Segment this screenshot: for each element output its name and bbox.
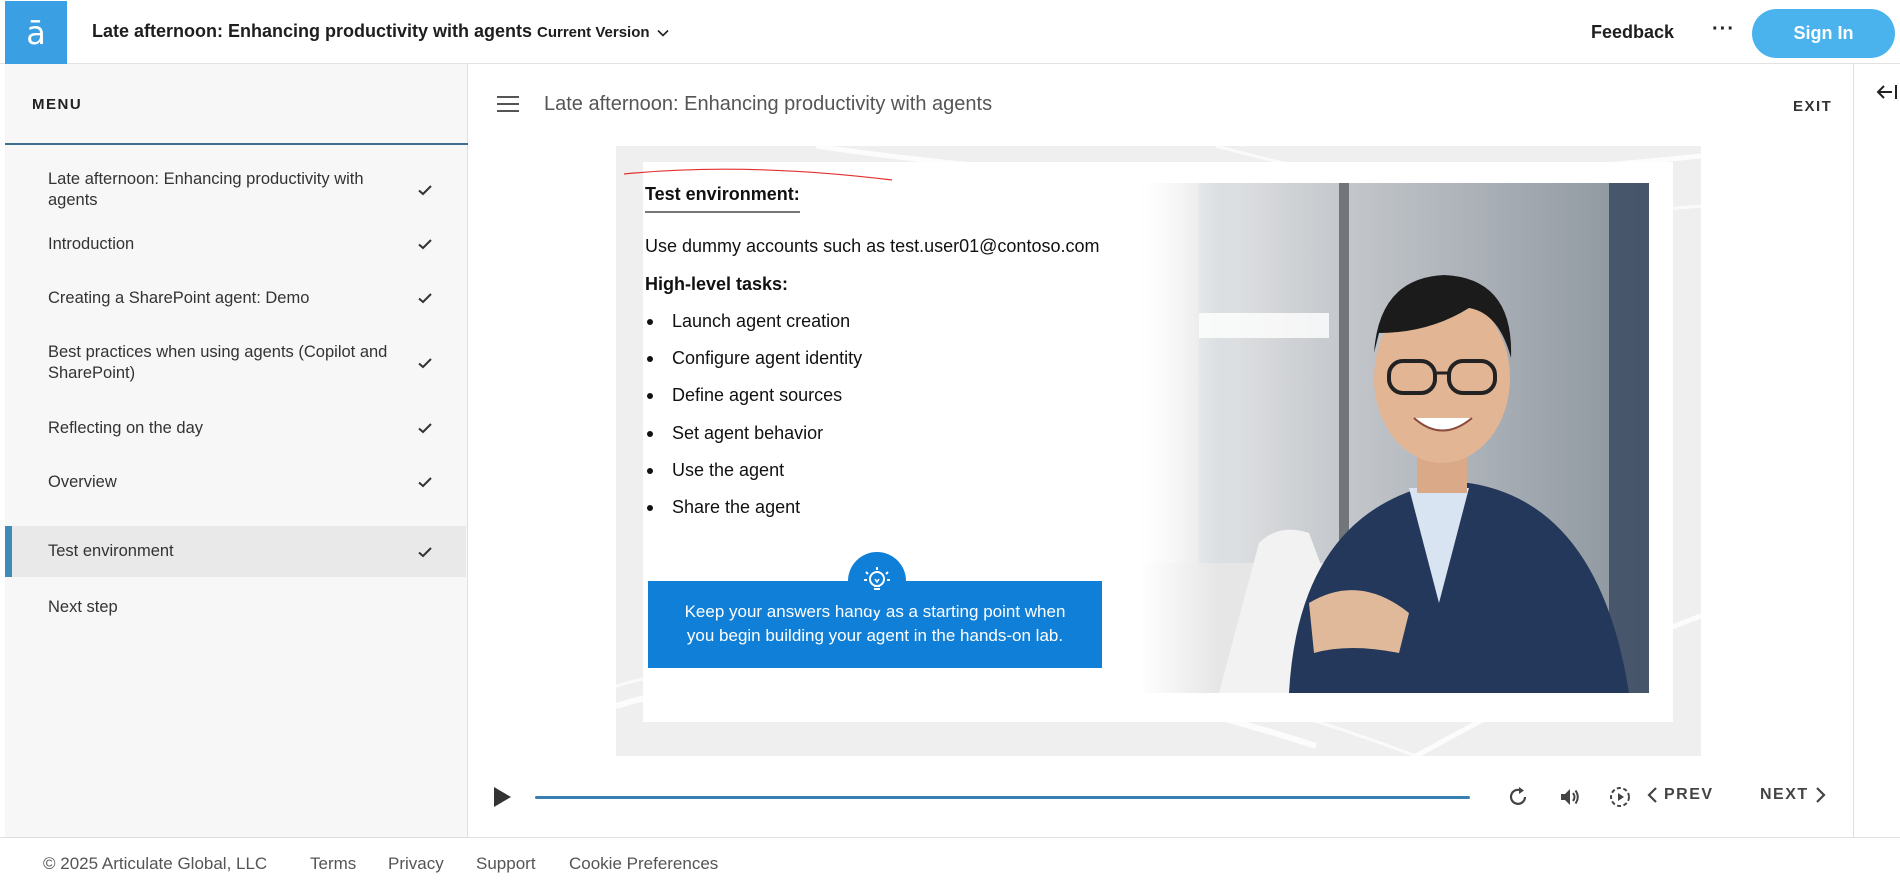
chevron-right-icon: [1815, 787, 1826, 803]
app-logo[interactable]: ā: [5, 1, 67, 64]
collapse-panel-icon[interactable]: [1876, 82, 1898, 102]
tip-text-line: you begin building your agent in the han…: [686, 626, 1064, 645]
top-bar: ā Late afternoon: Enhancing productivity…: [0, 0, 1900, 64]
check-icon: [418, 477, 432, 488]
check-icon: [418, 293, 432, 304]
more-options-button[interactable]: ···: [1712, 18, 1735, 41]
sidebar-item-overview[interactable]: Overview: [5, 455, 466, 509]
sidebar-item-label: Next step: [48, 597, 118, 616]
terms-link[interactable]: Terms: [310, 854, 356, 874]
playback-speed-icon[interactable]: [1607, 784, 1633, 810]
sign-in-button[interactable]: Sign In: [1752, 9, 1895, 58]
task-list: Launch agent creation Configure agent id…: [645, 311, 862, 534]
menu-heading: MENU: [32, 96, 83, 113]
menu-header: MENU: [5, 64, 468, 145]
chevron-down-icon: [656, 29, 669, 37]
next-button[interactable]: NEXT: [1760, 786, 1827, 804]
sidebar-item-label: Creating a SharePoint agent: Demo: [48, 288, 310, 307]
check-icon: [418, 184, 432, 195]
sidebar-item-introduction[interactable]: Introduction: [5, 217, 466, 271]
course-title: Late afternoon: Enhancing productivity w…: [92, 21, 533, 41]
play-icon[interactable]: [491, 785, 513, 809]
version-label: Current Version: [537, 24, 650, 41]
sidebar-item-label: Late afternoon: Enhancing productivity w…: [48, 169, 364, 209]
list-item: Configure agent identity: [645, 348, 862, 385]
lightbulb-icon: [848, 552, 906, 610]
sidebar-item-test-environment[interactable]: Test environment: [5, 526, 466, 577]
right-rail: [1853, 64, 1900, 837]
check-icon: [418, 239, 432, 250]
sidebar-item-label: Overview: [48, 472, 117, 491]
list-item: Launch agent creation: [645, 311, 862, 348]
check-icon: [418, 546, 432, 557]
sidebar-item-label: Reflecting on the day: [48, 418, 204, 437]
sidebar-item-next-step[interactable]: Next step: [5, 580, 466, 634]
sidebar-item-late-afternoon[interactable]: Late afternoon: Enhancing productivity w…: [5, 162, 466, 217]
cookie-preferences-link[interactable]: Cookie Preferences: [569, 854, 718, 874]
support-link[interactable]: Support: [476, 854, 536, 874]
sidebar-item-label: Test environment: [48, 542, 174, 560]
replay-icon[interactable]: [1506, 784, 1532, 810]
slide-frame: Test environment: Use dummy accounts suc…: [616, 146, 1701, 756]
prev-label: PREV: [1664, 786, 1714, 803]
slide-subheading: High-level tasks:: [645, 274, 789, 294]
prev-button[interactable]: PREV: [1646, 786, 1714, 804]
slide-account-text: Use dummy accounts such as test.user01@c…: [645, 236, 1100, 256]
list-item: Use the agent: [645, 460, 862, 497]
progress-bar[interactable]: [535, 796, 1470, 799]
player-controls: PREV NEXT: [469, 772, 1852, 822]
slide-heading: Test environment:: [645, 184, 800, 213]
lesson-content: Late afternoon: Enhancing productivity w…: [469, 64, 1852, 837]
volume-icon[interactable]: [1557, 784, 1583, 810]
annotation-red-stroke: [624, 168, 893, 181]
sidebar-item-best-practices[interactable]: Best practices when using agents (Copilo…: [5, 325, 466, 401]
chevron-left-icon: [1647, 787, 1657, 803]
sidebar-item-reflecting[interactable]: Reflecting on the day: [5, 401, 466, 455]
sidebar-item-label: Best practices when using agents (Copilo…: [48, 343, 388, 382]
sidebar-item-creating-sharepoint-agent[interactable]: Creating a SharePoint agent: Demo: [5, 271, 466, 325]
list-item: Set agent behavior: [645, 423, 862, 460]
privacy-link[interactable]: Privacy: [388, 854, 444, 874]
feedback-button[interactable]: Feedback: [1591, 22, 1674, 43]
check-icon: [418, 423, 432, 434]
menu-toggle-icon[interactable]: [497, 96, 519, 112]
version-dropdown[interactable]: Current Version: [537, 24, 670, 41]
list-item: Define agent sources: [645, 385, 862, 422]
sidebar-item-label: Introduction: [48, 234, 135, 253]
footer: © 2025 Articulate Global, LLC Terms Priv…: [0, 837, 1900, 882]
lesson-title: Late afternoon: Enhancing productivity w…: [544, 93, 993, 115]
check-icon: [418, 358, 432, 369]
copyright-text: © 2025 Articulate Global, LLC: [43, 854, 268, 873]
course-menu-sidebar: MENU Late afternoon: Enhancing productiv…: [5, 64, 468, 837]
list-item: Share the agent: [645, 497, 862, 534]
next-label: NEXT: [1760, 786, 1809, 803]
exit-button[interactable]: EXIT: [1793, 98, 1832, 115]
presenter-photo: [1139, 183, 1649, 693]
